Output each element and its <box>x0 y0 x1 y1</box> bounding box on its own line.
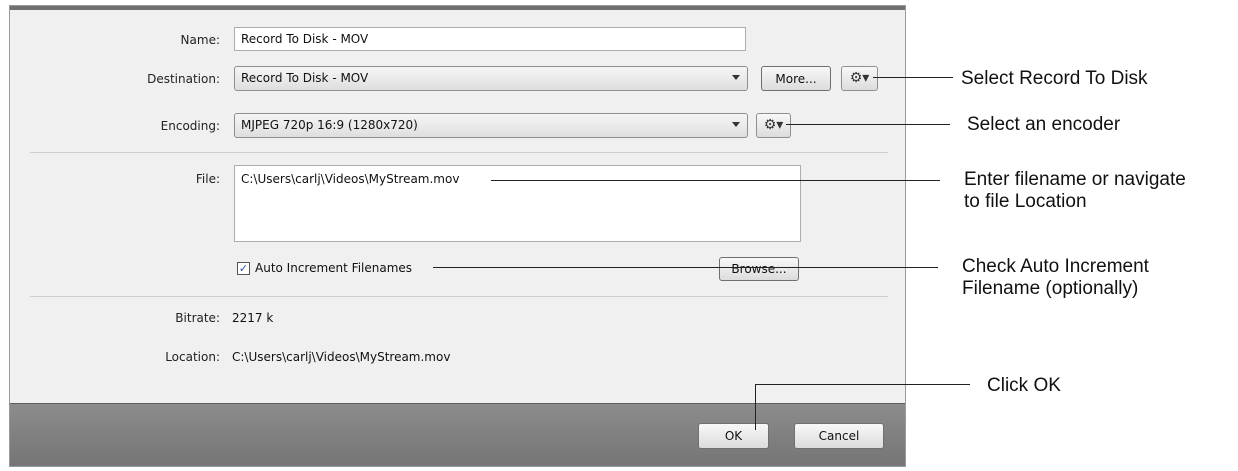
callout-line-encoder <box>786 124 950 125</box>
callout-line-file <box>491 180 940 181</box>
name-label: Name: <box>180 33 220 47</box>
location-label: Location: <box>165 350 220 364</box>
callout-auto-line2: Filename (optionally) <box>962 278 1139 299</box>
callout-ok: Click OK <box>987 375 1061 396</box>
callout-file-line2: to file Location <box>964 191 1087 212</box>
callout-encoder: Select an encoder <box>967 114 1121 135</box>
chevron-down-icon <box>732 75 740 80</box>
destination-settings-button[interactable]: ⚙▾ <box>841 66 878 91</box>
auto-increment-label: Auto Increment Filenames <box>255 261 413 275</box>
callout-line-destination <box>873 77 953 78</box>
encoding-label: Encoding: <box>160 119 220 133</box>
encoding-settings-button[interactable]: ⚙▾ <box>756 113 791 138</box>
stream-settings-dialog: Name: Record To Disk - MOV Destination: … <box>9 5 906 467</box>
name-input[interactable]: Record To Disk - MOV <box>234 27 746 51</box>
chevron-down-icon <box>732 122 740 127</box>
ok-button[interactable]: OK <box>698 423 769 449</box>
dialog-top-border <box>10 6 905 10</box>
encoding-select[interactable]: MJPEG 720p 16:9 (1280x720) <box>234 113 748 138</box>
callout-line-ok <box>755 384 970 385</box>
file-input[interactable]: C:\Users\carlj\Videos\MyStream.mov <box>234 165 801 242</box>
callout-line-ok-vertical <box>755 384 756 430</box>
bitrate-label: Bitrate: <box>175 311 220 325</box>
auto-increment-checkbox[interactable]: ✓ <box>237 262 250 275</box>
more-button[interactable]: More... <box>761 66 831 91</box>
separator <box>30 296 888 297</box>
destination-select[interactable]: Record To Disk - MOV <box>234 66 748 91</box>
gear-icon: ⚙▾ <box>763 117 784 133</box>
bitrate-value: 2217 k <box>232 311 274 325</box>
separator <box>30 152 888 153</box>
cancel-button[interactable]: Cancel <box>794 423 884 449</box>
callout-file-line1: Enter filename or navigate <box>964 169 1186 190</box>
checkmark-icon: ✓ <box>238 262 249 275</box>
destination-label: Destination: <box>147 72 220 86</box>
callout-auto-line1: Check Auto Increment <box>962 256 1149 277</box>
browse-button[interactable]: Browse... <box>719 257 799 281</box>
location-value: C:\Users\carlj\Videos\MyStream.mov <box>232 350 451 364</box>
file-label: File: <box>195 172 220 186</box>
callout-destination: Select Record To Disk <box>961 68 1148 89</box>
dialog-footer: OK Cancel <box>10 403 905 466</box>
callout-line-auto-increment <box>433 267 938 268</box>
gear-icon: ⚙▾ <box>849 70 870 86</box>
destination-value: Record To Disk - MOV <box>241 71 369 85</box>
encoding-value: MJPEG 720p 16:9 (1280x720) <box>241 118 418 132</box>
